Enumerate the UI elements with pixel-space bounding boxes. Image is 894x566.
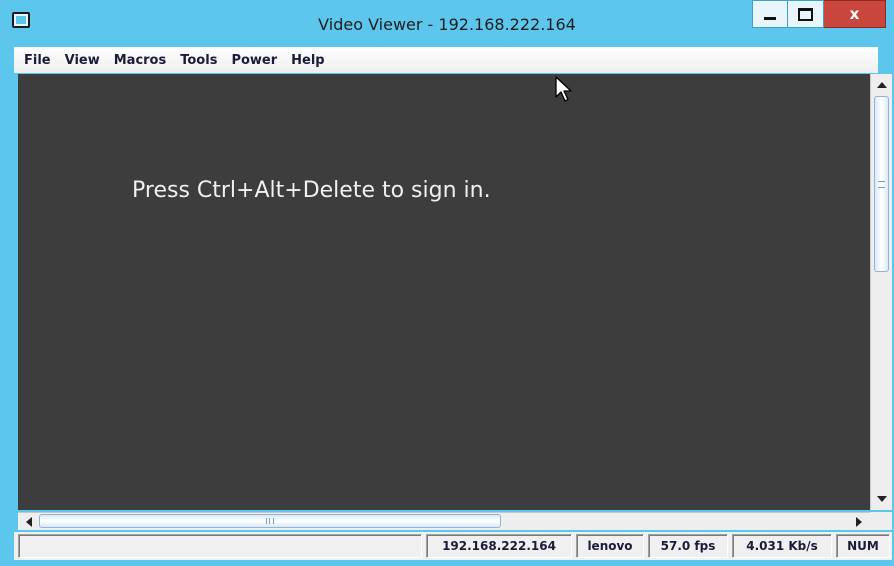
menu-file[interactable]: File — [24, 53, 51, 68]
menu-macros[interactable]: Macros — [114, 53, 167, 68]
scrollbar-corner — [870, 512, 892, 530]
title-bar[interactable]: Video Viewer - 192.168.222.164 x — [0, 0, 894, 46]
menu-power[interactable]: Power — [231, 53, 277, 68]
status-num-lock: NUM — [836, 534, 890, 558]
arrow-up-icon — [876, 82, 887, 88]
status-message — [18, 534, 422, 558]
maximize-icon — [798, 7, 813, 21]
grip-icon — [266, 518, 274, 524]
status-host: 192.168.222.164 — [426, 534, 572, 558]
scroll-left-button[interactable] — [20, 513, 38, 530]
scroll-right-button[interactable] — [850, 513, 868, 530]
status-fps: 57.0 fps — [648, 534, 728, 558]
minimize-button[interactable] — [752, 0, 788, 28]
scroll-up-button[interactable] — [871, 76, 892, 94]
status-bitrate: 4.031 Kb/s — [732, 534, 832, 558]
menu-view[interactable]: View — [65, 53, 100, 68]
status-bar: 192.168.222.164 lenovo 57.0 fps 4.031 Kb… — [14, 532, 892, 560]
horizontal-scroll-thumb[interactable] — [39, 514, 501, 528]
minimize-icon — [764, 17, 776, 20]
close-button[interactable]: x — [824, 0, 886, 28]
close-icon: x — [849, 5, 860, 23]
menu-tools[interactable]: Tools — [180, 53, 217, 68]
menu-bar: File View Macros Tools Power Help — [14, 47, 878, 73]
arrow-right-icon — [856, 516, 862, 527]
arrow-down-icon — [876, 496, 887, 502]
vertical-scrollbar[interactable] — [870, 74, 892, 510]
grip-icon — [878, 181, 885, 188]
remote-screen[interactable]: Press Ctrl+Alt+Delete to sign in. — [18, 74, 870, 510]
arrow-left-icon — [26, 516, 32, 527]
video-viewer-window: Video Viewer - 192.168.222.164 x File Vi… — [0, 0, 894, 566]
horizontal-scrollbar[interactable] — [18, 512, 870, 530]
maximize-button[interactable] — [788, 0, 824, 28]
menu-help[interactable]: Help — [291, 53, 324, 68]
vertical-scroll-thumb[interactable] — [874, 96, 889, 272]
sign-in-message: Press Ctrl+Alt+Delete to sign in. — [132, 178, 491, 203]
scroll-down-button[interactable] — [871, 490, 892, 508]
status-user: lenovo — [576, 534, 644, 558]
mouse-pointer-icon — [555, 76, 572, 102]
